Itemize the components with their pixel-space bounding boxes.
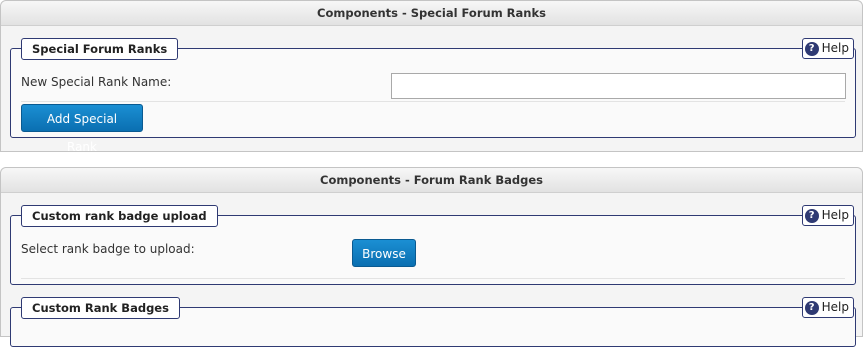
question-circle-icon: ? bbox=[804, 300, 819, 315]
rank-name-label: New Special Rank Name: bbox=[21, 75, 172, 89]
question-circle-icon: ? bbox=[804, 208, 819, 223]
help-label: Help bbox=[821, 208, 849, 222]
help-label: Help bbox=[821, 300, 849, 314]
divider bbox=[21, 101, 845, 102]
question-circle-icon: ? bbox=[804, 41, 819, 56]
help-button[interactable]: ? Help bbox=[801, 205, 854, 226]
panel-title: Components - Forum Rank Badges bbox=[1, 168, 862, 193]
custom-badges-fieldset: Custom Rank Badges ? Help bbox=[10, 297, 856, 347]
special-ranks-panel: Components - Special Forum Ranks Special… bbox=[0, 0, 863, 154]
rank-name-input[interactable] bbox=[391, 73, 846, 99]
divider bbox=[21, 278, 845, 279]
add-special-rank-button[interactable]: Add Special Rank bbox=[21, 104, 143, 154]
fieldset-legend: Special Forum Ranks bbox=[21, 38, 179, 60]
badge-upload-label: Select rank badge to upload: bbox=[21, 242, 195, 256]
browse-button[interactable]: Browse bbox=[352, 239, 416, 267]
special-ranks-fieldset: Special Forum Ranks ? Help New Special R… bbox=[10, 38, 856, 154]
help-button[interactable]: ? Help bbox=[801, 38, 854, 59]
fieldset-legend: Custom Rank Badges bbox=[21, 297, 180, 319]
help-label: Help bbox=[821, 41, 849, 55]
help-button[interactable]: ? Help bbox=[801, 297, 854, 318]
panel-title: Components - Special Forum Ranks bbox=[1, 1, 862, 26]
fieldset-legend: Custom rank badge upload bbox=[21, 205, 218, 227]
rank-badges-panel: Components - Forum Rank Badges Custom ra… bbox=[0, 167, 863, 347]
badge-upload-fieldset: Custom rank badge upload ? Help Select r… bbox=[10, 205, 856, 285]
